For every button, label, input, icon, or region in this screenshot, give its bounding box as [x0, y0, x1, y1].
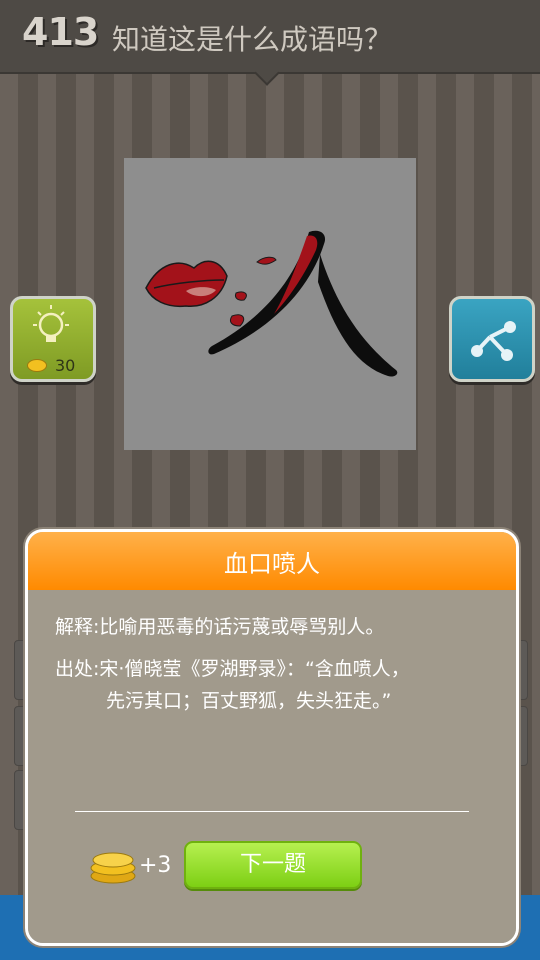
share-icon [471, 321, 516, 361]
lightbulb-icon [33, 305, 69, 342]
person-character-icon [208, 230, 398, 377]
divider [75, 811, 469, 812]
modal-header: 血口喷人 [28, 532, 516, 590]
modal-body: 解释:比喻用恶毒的话污蔑或辱骂别人。 出处:宋·僧晓莹《罗湖野录》：“含血喷人，… [28, 590, 516, 943]
share-button[interactable] [449, 296, 535, 382]
hint-button[interactable]: 30 [10, 296, 96, 382]
source-text: 出处:宋·僧晓莹《罗湖野录》：“含血喷人， [55, 658, 410, 680]
definition-text: 解释:比喻用恶毒的话污蔑或辱骂别人。 [55, 616, 385, 638]
level-number: 413 [22, 10, 99, 54]
puzzle-image [124, 158, 416, 450]
source-text-continued: 先污其口；百丈野狐，失头狂走。” [106, 690, 392, 712]
hint-cost: 30 [55, 356, 76, 375]
idiom-title: 血口喷人 [224, 550, 320, 578]
lips-icon [145, 260, 228, 308]
answer-modal: 血口喷人 解释:比喻用恶毒的话污蔑或辱骂别人。 出处:宋·僧晓莹《罗湖野录》：“… [25, 529, 519, 946]
question-text: 知道这是什么成语吗？ [112, 23, 393, 56]
coins-icon [90, 852, 136, 884]
coin-icon [27, 359, 47, 372]
next-question-button[interactable]: 下一题 [184, 841, 362, 889]
reward-amount: +3 [139, 853, 172, 878]
